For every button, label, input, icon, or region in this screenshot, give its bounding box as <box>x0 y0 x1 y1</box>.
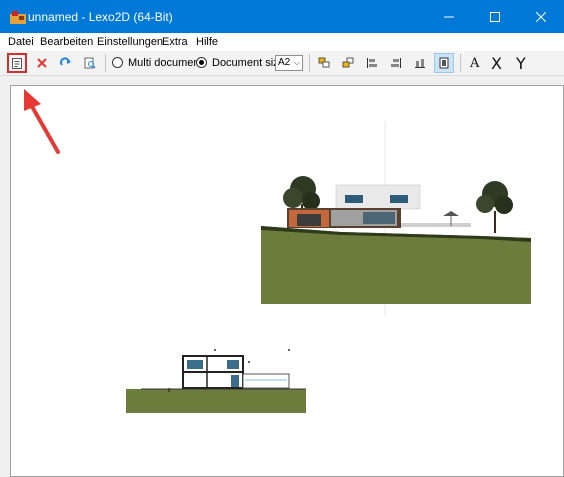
annotation-arrow <box>24 89 60 154</box>
